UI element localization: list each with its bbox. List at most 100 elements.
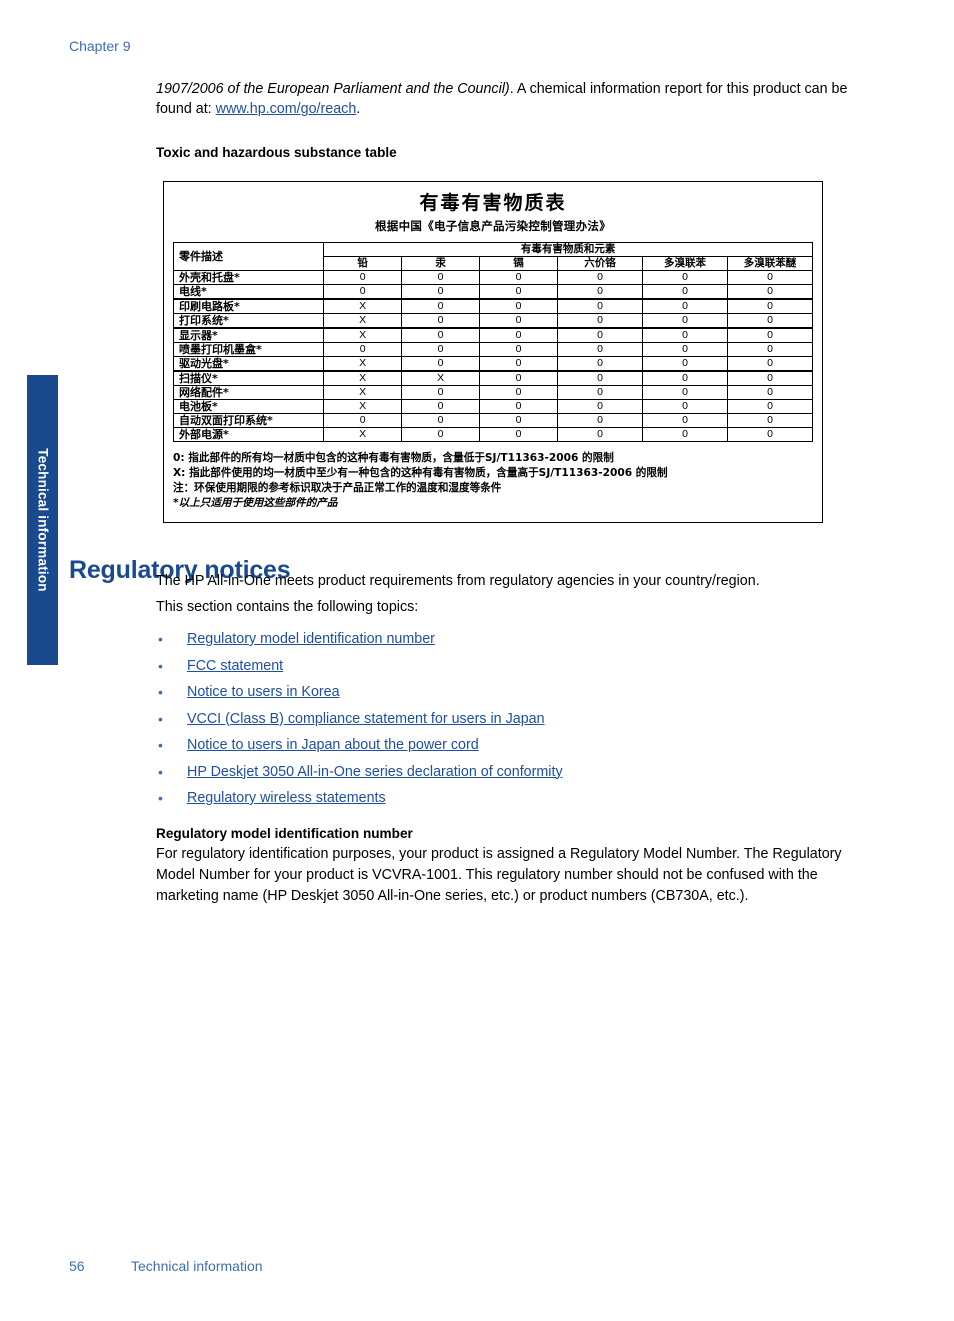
- header-substances-group: 有毒有害物质和元素: [323, 242, 813, 257]
- row-10-val-1: 0: [401, 413, 481, 428]
- row-0-val-1: 0: [401, 270, 481, 285]
- row-10-val-5: 0: [726, 413, 814, 428]
- table-row: 印刷电路板* X 0 0 0 0 0: [172, 298, 814, 314]
- row-7-name: 扫描仪*: [172, 370, 325, 386]
- row-2-val-2: 0: [479, 298, 559, 314]
- footnote-0: 0: 指此部件的所有均一材质中包含的这种有毒有害物质，含量低于SJ/T11363…: [173, 452, 614, 464]
- list-item: • FCC statement: [156, 657, 862, 675]
- toxic-substance-table-box: 有毒有害物质表 根据中国《电子信息产品污染控制管理办法》 零件描述 有毒有害物质…: [163, 181, 823, 523]
- table-title-chinese: 有毒有害物质表: [419, 192, 567, 214]
- row-2-val-3: 0: [557, 298, 643, 314]
- list-item: • VCCI (Class B) compliance statement fo…: [156, 710, 862, 728]
- header-part-description: 零件描述: [172, 242, 325, 271]
- list-item: • HP Deskjet 3050 All-in-One series decl…: [156, 763, 862, 781]
- substance-data-table: 零件描述 有毒有害物质和元素 铅 汞 镉 六价铬 多溴联苯 多溴联苯醚 外壳和托…: [172, 242, 814, 442]
- row-10-val-2: 0: [479, 413, 559, 428]
- footnote-1: X: 指此部件使用的均一材质中至少有一种包含的这种有毒有害物质，含量高于SJ/T…: [173, 467, 668, 479]
- regulatory-topics-list: • Regulatory model identification number…: [156, 630, 862, 807]
- row-3-name: 打印系统*: [172, 313, 325, 329]
- row-11-val-4: 0: [642, 427, 728, 442]
- row-6-val-1: 0: [401, 356, 481, 372]
- regulatory-model-heading: Regulatory model identification number: [156, 826, 413, 841]
- row-1-val-5: 0: [726, 284, 814, 300]
- row-6-val-4: 0: [642, 356, 728, 372]
- toxic-table-heading: Toxic and hazardous substance table: [156, 145, 397, 160]
- table-row: 扫描仪* X X 0 0 0 0: [172, 370, 814, 386]
- intro-italic-text: 1907/2006 of the European Parliament and…: [156, 81, 510, 97]
- page-content-top: 1907/2006 of the European Parliament and…: [156, 79, 858, 523]
- row-2-val-5: 0: [726, 298, 814, 314]
- table-row: 自动双面打印系统* 0 0 0 0 0 0: [172, 413, 814, 428]
- table-row: 网络配件* X 0 0 0 0 0: [172, 385, 814, 400]
- row-8-val-2: 0: [479, 385, 559, 400]
- row-1-val-1: 0: [401, 284, 481, 300]
- bullet-icon: •: [158, 737, 163, 753]
- row-4-val-3: 0: [557, 327, 643, 343]
- footer-page-number: 56: [69, 1258, 85, 1274]
- row-11-val-2: 0: [479, 427, 559, 442]
- row-5-val-1: 0: [401, 342, 481, 357]
- table-row: 外壳和托盘* 0 0 0 0 0 0: [172, 270, 814, 285]
- row-1-val-2: 0: [479, 284, 559, 300]
- bullet-icon: •: [158, 763, 163, 780]
- row-9-name: 电池板*: [172, 399, 325, 414]
- header-col-5: 多溴联苯醚: [726, 256, 814, 271]
- row-3-val-2: 0: [479, 313, 559, 329]
- row-4-val-1: 0: [401, 327, 481, 343]
- row-5-val-3: 0: [557, 342, 643, 357]
- row-10-val-0: 0: [323, 413, 403, 428]
- table-row: 驱动光盘* X 0 0 0 0 0: [172, 356, 814, 372]
- link-regulatory-model-identification-number[interactable]: Regulatory model identification number: [187, 631, 435, 647]
- table-row: 外部电源* X 0 0 0 0 0: [172, 427, 814, 442]
- list-item: • Regulatory model identification number: [156, 630, 862, 648]
- row-2-val-1: 0: [401, 298, 481, 314]
- row-7-val-1: X: [401, 370, 481, 386]
- header-col-0: 铅: [323, 256, 403, 271]
- row-3-val-0: X: [323, 313, 403, 329]
- link-declaration-of-conformity[interactable]: HP Deskjet 3050 All-in-One series declar…: [187, 764, 563, 780]
- link-vcci-class-b-compliance-statement[interactable]: VCCI (Class B) compliance statement for …: [187, 711, 545, 727]
- row-11-val-1: 0: [401, 427, 481, 442]
- table-row: 喷墨打印机墨盒* 0 0 0 0 0 0: [172, 342, 814, 357]
- row-6-val-0: X: [323, 356, 403, 372]
- link-regulatory-wireless-statements[interactable]: Regulatory wireless statements: [187, 790, 386, 806]
- regulatory-intro-line-1: The HP All-in-One meets product requirem…: [156, 573, 760, 589]
- row-5-name: 喷墨打印机墨盒*: [172, 342, 325, 357]
- row-10-name: 自动双面打印系统*: [172, 413, 325, 428]
- row-5-val-4: 0: [642, 342, 728, 357]
- row-7-val-0: X: [323, 370, 403, 386]
- bullet-icon: •: [158, 657, 163, 674]
- row-1-name: 电线*: [172, 284, 325, 300]
- header-col-4: 多溴联苯: [642, 256, 728, 271]
- row-4-val-0: X: [323, 327, 403, 343]
- bullet-icon: •: [158, 710, 163, 727]
- row-8-val-5: 0: [726, 385, 814, 400]
- row-4-name: 显示器*: [172, 327, 325, 343]
- row-6-val-3: 0: [557, 356, 643, 372]
- header-col-2: 镉: [479, 256, 559, 271]
- intro-text-end: .: [356, 101, 361, 117]
- row-11-val-0: X: [323, 427, 403, 442]
- reach-url-link[interactable]: www.hp.com/go/reach: [216, 101, 357, 117]
- row-0-val-5: 0: [726, 270, 814, 285]
- side-tab-label: Technical information: [35, 448, 50, 592]
- side-tab-technical-information: Technical information: [27, 375, 58, 665]
- regulatory-intro-line-2: This section contains the following topi…: [156, 599, 419, 615]
- list-item: • Notice to users in Japan about the pow…: [156, 736, 862, 754]
- row-10-val-3: 0: [557, 413, 643, 428]
- link-fcc-statement[interactable]: FCC statement: [187, 658, 283, 674]
- row-9-val-0: X: [323, 399, 403, 414]
- bullet-icon: •: [158, 684, 163, 700]
- intro-paragraph: 1907/2006 of the European Parliament and…: [156, 79, 858, 119]
- row-5-val-0: 0: [323, 342, 403, 357]
- link-notice-to-users-in-japan-power-cord[interactable]: Notice to users in Japan about the power…: [187, 737, 479, 753]
- row-0-val-0: 0: [323, 270, 403, 285]
- header-col-3: 六价铬: [557, 256, 643, 271]
- link-notice-to-users-in-korea[interactable]: Notice to users in Korea: [187, 684, 340, 700]
- row-7-val-3: 0: [557, 370, 643, 386]
- footnote-2: 注：环保使用期限的参考标识取决于产品正常工作的温度和湿度等条件: [173, 482, 502, 494]
- table-footnotes: 0: 指此部件的所有均一材质中包含的这种有毒有害物质，含量低于SJ/T11363…: [173, 451, 813, 511]
- row-11-name: 外部电源*: [172, 427, 325, 442]
- row-3-val-4: 0: [642, 313, 728, 329]
- row-1-val-4: 0: [642, 284, 728, 300]
